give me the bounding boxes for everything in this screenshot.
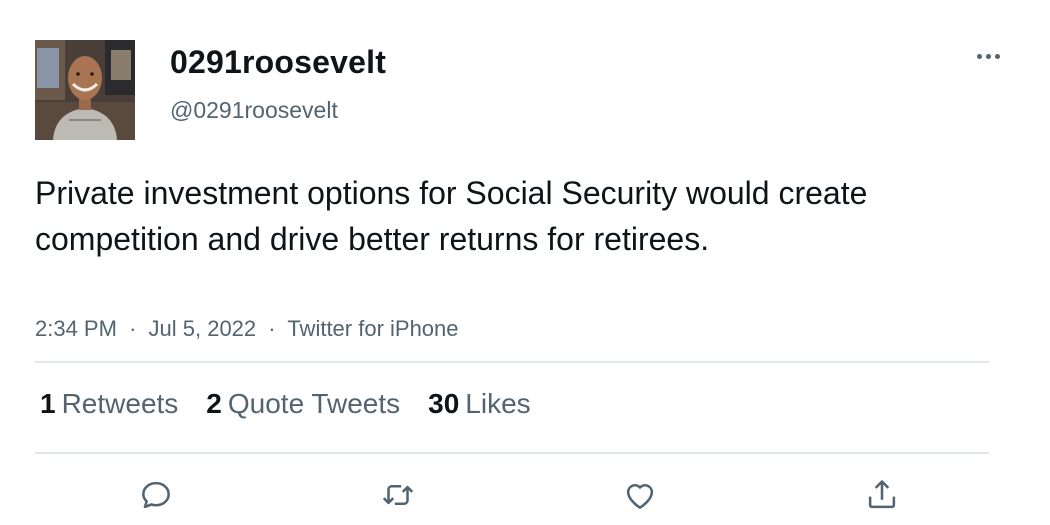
retweet-icon: [382, 485, 414, 505]
avatar-photo-icon: [35, 40, 135, 140]
tweet-source[interactable]: Twitter for iPhone: [287, 316, 458, 341]
share-button[interactable]: [857, 470, 907, 520]
more-dot: [976, 53, 982, 59]
share-icon: [868, 480, 896, 509]
reply-icon: [142, 481, 170, 509]
tweet-stats: 1 Retweets 2 Quote Tweets 30 Likes: [40, 388, 559, 420]
tweet-actions: [0, 470, 1050, 520]
quote-tweets-count: 2: [206, 388, 222, 419]
more-options-button[interactable]: [970, 44, 1006, 68]
meta-separator: ·: [129, 316, 137, 341]
divider: [35, 361, 989, 363]
likes-count: 30: [428, 388, 460, 419]
author-handle[interactable]: @0291roosevelt: [170, 97, 338, 124]
avatar[interactable]: [35, 40, 135, 140]
likes-stat[interactable]: 30 Likes: [428, 388, 531, 420]
more-dot: [994, 53, 1000, 59]
reply-button[interactable]: [131, 470, 181, 520]
tweet-date[interactable]: Jul 5, 2022: [149, 316, 257, 341]
quote-tweets-stat[interactable]: 2 Quote Tweets: [206, 388, 400, 420]
meta-separator: ·: [268, 316, 276, 341]
retweet-button[interactable]: [373, 470, 423, 520]
tweet-text: Private investment options for Social Se…: [35, 175, 868, 257]
retweets-count: 1: [40, 388, 56, 419]
retweets-stat[interactable]: 1 Retweets: [40, 388, 178, 420]
likes-label: Likes: [465, 388, 531, 419]
author-display-name[interactable]: 0291roosevelt: [170, 44, 386, 81]
heart-icon: [626, 484, 654, 509]
retweets-label: Retweets: [61, 388, 179, 419]
more-dot: [985, 53, 991, 59]
like-button[interactable]: [615, 470, 665, 520]
tweet-meta: 2:34 PM · Jul 5, 2022 · Twitter for iPho…: [35, 316, 459, 342]
divider: [35, 452, 989, 454]
tweet-time[interactable]: 2:34 PM: [35, 316, 117, 341]
quote-tweets-label: Quote Tweets: [227, 388, 401, 419]
tweet-card: 0291roosevelt @0291roosevelt Private inv…: [0, 0, 1050, 525]
